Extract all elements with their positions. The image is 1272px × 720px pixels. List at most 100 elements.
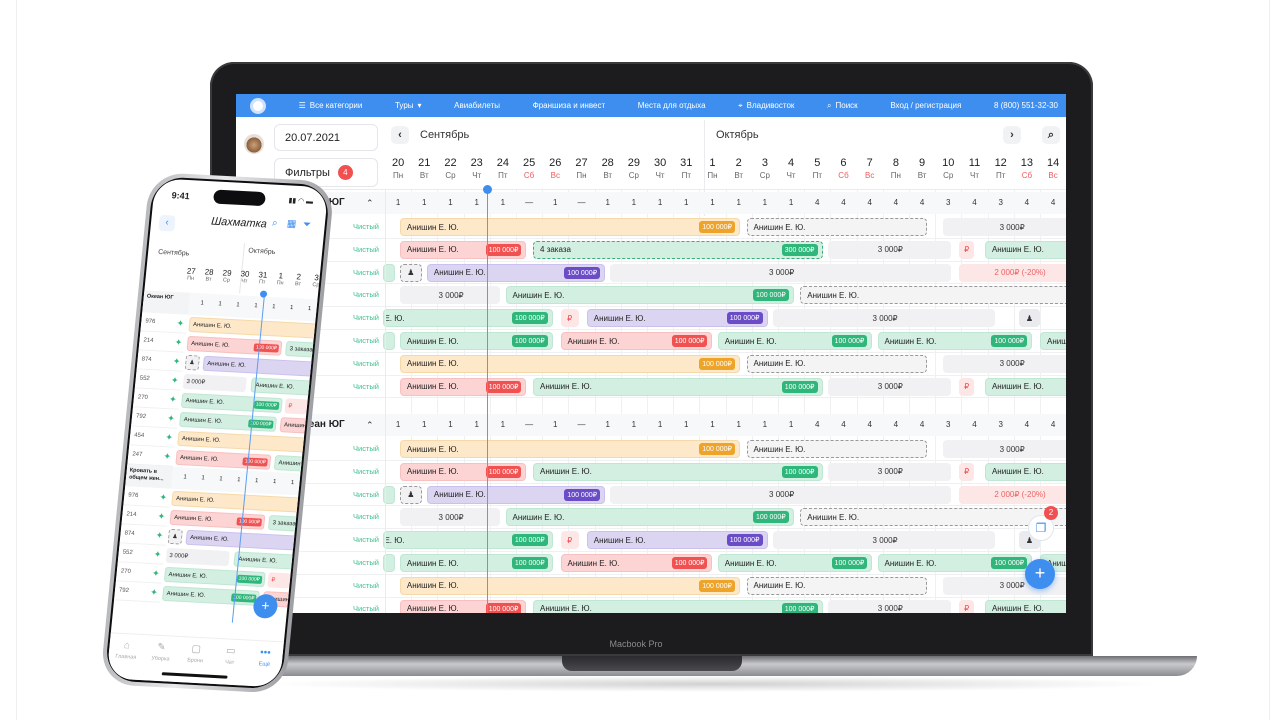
- phone-booking-red[interactable]: Анишин Е. Ю. 100 000₽: [169, 509, 266, 530]
- booking-green[interactable]: Анишин Е. Ю. 100 000₽: [877, 554, 1033, 572]
- phone-room-row[interactable]: 792 ✦: [131, 407, 179, 429]
- phone-room-row[interactable]: 792 ✦: [114, 581, 162, 603]
- booking-green[interactable]: Анишин Е. Ю.: [984, 377, 1066, 396]
- booking-rub[interactable]: ₽: [958, 599, 975, 613]
- booking-orange[interactable]: Анишин Е. Ю. 100 000₽: [399, 576, 740, 595]
- booking-green[interactable]: Анишин Е. Ю.: [984, 462, 1066, 481]
- booking-dashed[interactable]: Анишин Е. Ю.: [746, 218, 928, 236]
- booking-dashed[interactable]: Анишин Е. Ю.: [746, 354, 928, 373]
- phone-booking-rub[interactable]: ₽: [267, 572, 291, 589]
- phone-room-row[interactable]: 214 ✦: [138, 331, 187, 353]
- phone-booking-person[interactable]: ♟: [167, 528, 184, 545]
- booking-orange[interactable]: Анишин Е. Ю. 100 000₽: [399, 440, 740, 458]
- collapse-section-button[interactable]: ⌃: [366, 414, 374, 436]
- booking-gray[interactable]: 3 000₽: [610, 263, 951, 282]
- booking-green[interactable]: Анишин Е. Ю. 100 000₽: [383, 531, 553, 550]
- booking-gray[interactable]: 3 000₽: [943, 354, 1066, 373]
- booking-green[interactable]: Анишин Е. Ю.: [984, 599, 1066, 613]
- phone-room-row[interactable]: 270 ✦: [132, 388, 181, 410]
- booking-gray[interactable]: 3 000₽: [399, 286, 501, 305]
- booking-gray[interactable]: 3 000₽: [610, 485, 951, 504]
- booking-label: ₽: [567, 535, 573, 545]
- phone-booking-rub[interactable]: ₽: [284, 398, 308, 415]
- booking-gray[interactable]: 3 000₽: [827, 599, 951, 613]
- booking-green[interactable]: Анишин Е. Ю. 100 000₽: [533, 377, 823, 396]
- phone-booking-red[interactable]: Анишин Е. Ю. 100 000₽: [186, 335, 283, 356]
- booking-red[interactable]: Анишин Е. Ю. 100 000₽: [399, 462, 527, 481]
- booking-redtint[interactable]: 2 000₽ (-20%): [958, 263, 1066, 282]
- booking-green[interactable]: Анишин Е. Ю. 100 000₽: [877, 332, 1033, 350]
- booking-green[interactable]: Анишин Е. Ю. 100 000₽: [399, 554, 553, 572]
- booking-red[interactable]: Анишин Е. Ю. 100 000₽: [399, 377, 527, 396]
- booking-purple[interactable]: Анишин Е. Ю. 100 000₽: [426, 485, 606, 504]
- booking-green[interactable]: Анишин Е. Ю. 100 000₽: [399, 332, 553, 350]
- phone-room-row[interactable]: 874 ✦: [136, 350, 185, 372]
- booking-gray[interactable]: 3 000₽: [943, 218, 1066, 236]
- booking-rub[interactable]: ₽: [958, 377, 975, 396]
- bookings-icon: ▢: [190, 643, 202, 656]
- phone-booking-gray[interactable]: 3 000₽: [165, 547, 230, 567]
- phone-room-row[interactable]: 874 ✦: [119, 524, 168, 546]
- booking-dashed[interactable]: Анишин Е. Ю.: [800, 508, 1066, 527]
- booking-purple[interactable]: Анишин Е. Ю. 100 000₽: [426, 263, 606, 282]
- booking-green[interactable]: Анишин Е. Ю. 100 000₽: [717, 554, 873, 572]
- booking-green[interactable]: Анишин Е. Ю. 100 000₽: [533, 599, 823, 613]
- booking-dashed[interactable]: Анишин Е. Ю.: [746, 440, 928, 458]
- booking-rub[interactable]: ₽: [560, 531, 579, 550]
- phone-booking-green[interactable]: Анишин Е. Ю. 100 000₽: [161, 585, 261, 606]
- booking-gray[interactable]: 3 000₽: [772, 309, 996, 328]
- booking-rub[interactable]: ₽: [560, 309, 579, 328]
- booking-redtint[interactable]: 2 000₽ (-20%): [958, 485, 1066, 504]
- booking-dashed[interactable]: Анишин Е. Ю.: [746, 576, 928, 595]
- day-header-28: 28 Вт: [595, 157, 621, 180]
- weekday: Вс: [1048, 171, 1058, 180]
- booking-red[interactable]: Анишин Е. Ю. 100 000₽: [560, 554, 713, 572]
- booking-gray[interactable]: 3 000₽: [827, 377, 951, 396]
- booking-purple[interactable]: Анишин Е. Ю. 100 000₽: [586, 531, 768, 550]
- booking-dashed[interactable]: Анишин Е. Ю.: [800, 286, 1066, 305]
- phone-room-row[interactable]: 552 ✦: [117, 543, 166, 565]
- booking-green[interactable]: Анишин Е. Ю.: [1040, 332, 1066, 350]
- guest-icon[interactable]: ♟: [399, 485, 422, 504]
- booking-green[interactable]: Анишин Е. Ю. 100 000₽: [717, 332, 873, 350]
- phone-booking-green[interactable]: Анишин Е. Ю. 100 000₽: [163, 566, 266, 588]
- phone-booking-person[interactable]: ♟: [184, 354, 201, 371]
- add-button[interactable]: +: [1025, 559, 1055, 589]
- booking-rub[interactable]: ₽: [958, 462, 975, 481]
- phone-room-row[interactable]: 976 ✦: [123, 486, 171, 508]
- phone-room-row[interactable]: 454 ✦: [129, 426, 177, 448]
- booking-rub[interactable]: ₽: [958, 240, 975, 259]
- booking-green[interactable]: Анишин Е. Ю. 100 000₽: [505, 286, 794, 305]
- phone-room-row[interactable]: 976 ✦: [140, 312, 189, 334]
- booking-green[interactable]: Анишин Е. Ю. 100 000₽: [383, 309, 553, 328]
- booking-gray[interactable]: 3 000₽: [827, 240, 951, 259]
- booking-red[interactable]: Анишин Е. Ю. 100 000₽: [399, 240, 527, 259]
- phone-room-row[interactable]: 214 ✦: [121, 505, 170, 527]
- phone-room-row[interactable]: 270 ✦: [115, 562, 164, 584]
- tab-0[interactable]: ⌂ Главная: [109, 639, 143, 680]
- booking-purple[interactable]: Анишин Е. Ю. 100 000₽: [586, 309, 768, 328]
- booking-green[interactable]: Анишин Е. Ю. 100 000₽: [533, 462, 823, 481]
- phone-room-row[interactable]: 552 ✦: [134, 369, 183, 391]
- tab-4[interactable]: ••• Ещё: [247, 647, 281, 688]
- booking-red[interactable]: Анишин Е. Ю. 100 000₽: [399, 599, 527, 613]
- booking-red[interactable]: Анишин Е. Ю. 100 000₽: [560, 332, 713, 350]
- phone-room-row[interactable]: 247 ✦: [127, 445, 175, 467]
- booking-gray[interactable]: 3 000₽: [827, 462, 951, 481]
- phone-booking-gray[interactable]: 3 000₽: [182, 373, 247, 393]
- booking-green-dashed[interactable]: 4 заказа 300 000₽: [533, 240, 823, 259]
- guest-icon[interactable]: ♟: [399, 263, 422, 282]
- guest-icon[interactable]: ♟: [1019, 309, 1040, 328]
- tab-3[interactable]: ▭ Чат: [213, 645, 247, 686]
- booking-gray[interactable]: 3 000₽: [772, 531, 996, 550]
- booking-green[interactable]: Анишин Е. Ю. 100 000₽: [505, 508, 794, 527]
- booking-gray[interactable]: 3 000₽: [399, 508, 501, 527]
- booking-orange[interactable]: Анишин Е. Ю. 100 000₽: [399, 354, 740, 373]
- booking-green[interactable]: Анишин Е. Ю.: [984, 240, 1066, 259]
- phone-booking-green[interactable]: Анишин Е. Ю. 100 000₽: [179, 411, 278, 432]
- collapse-section-button[interactable]: ⌃: [366, 192, 374, 214]
- booking-orange[interactable]: Анишин Е. Ю. 100 000₽: [399, 218, 740, 236]
- phone-booking-green[interactable]: Анишин Е. Ю. 100 000₽: [180, 392, 283, 414]
- weekday: Пн: [186, 275, 195, 282]
- booking-gray[interactable]: 3 000₽: [943, 440, 1066, 458]
